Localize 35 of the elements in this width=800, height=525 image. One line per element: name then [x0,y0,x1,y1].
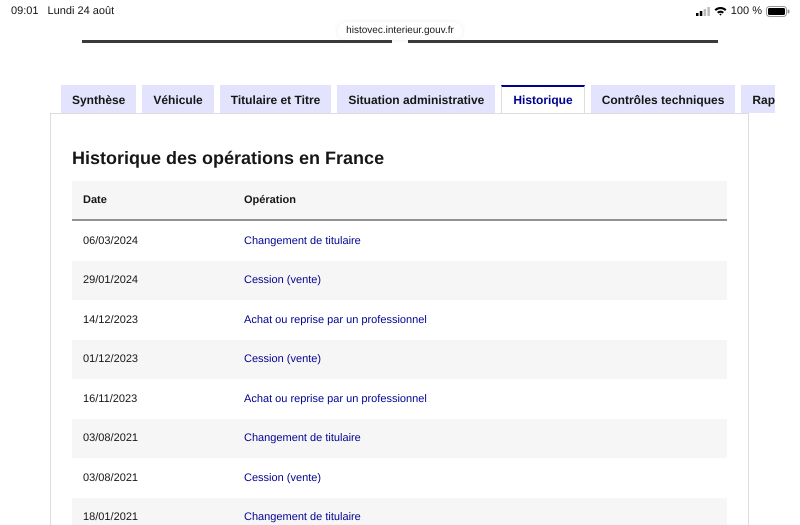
column-header: Opération [244,194,296,206]
battery-percent: 100 % [730,5,762,17]
date-cell-text: 01/12/2023 [83,353,140,366]
signal-icon [696,6,710,16]
operation-cell: Cession (vente) [244,472,322,484]
tab[interactable]: Rap [741,85,776,113]
date-cell-text: 18/01/2021 [83,511,140,524]
wifi-icon [714,6,727,16]
operation-cell: Cession (vente) [244,353,322,366]
section-title: Historique des opérations en France [72,148,386,169]
tab[interactable]: Situation administrative [337,85,496,113]
date-cell-text: 03/08/2021 [83,472,140,484]
date-cell-text: 06/03/2024 [83,234,140,247]
date-cell-text: 29/01/2024 [83,274,140,286]
status-date: Lundi 24 août [48,5,114,17]
tab[interactable]: Véhicule [142,85,214,113]
address-bar[interactable]: histovec.interieur.gouv.fr [338,22,462,40]
operation-cell: Achat ou reprise par un professionnel [244,314,427,326]
status-time: 09:01 [11,5,39,17]
operation-cell: Changement de titulaire [244,511,361,524]
operation-cell: Achat ou reprise par un professionnel [244,392,427,405]
operation-cell: Changement de titulaire [244,234,361,247]
window-handle[interactable] [408,40,718,43]
tab[interactable]: Contrôles techniques [590,85,736,113]
tab[interactable]: Synthèse [61,85,136,113]
date-cell-text: 03/08/2021 [83,432,140,444]
window-handle[interactable] [82,40,392,43]
battery-icon [766,6,790,16]
date-cell-text: 14/12/2023 [83,314,140,326]
date-cell-text: 16/11/2023 [83,392,138,405]
column-header: Date [83,194,108,206]
operation-cell: Cession (vente) [244,274,322,286]
tab[interactable]: Historique [501,85,585,113]
tab[interactable]: Titulaire et Titre [220,85,332,113]
operation-cell: Changement de titulaire [244,432,361,444]
